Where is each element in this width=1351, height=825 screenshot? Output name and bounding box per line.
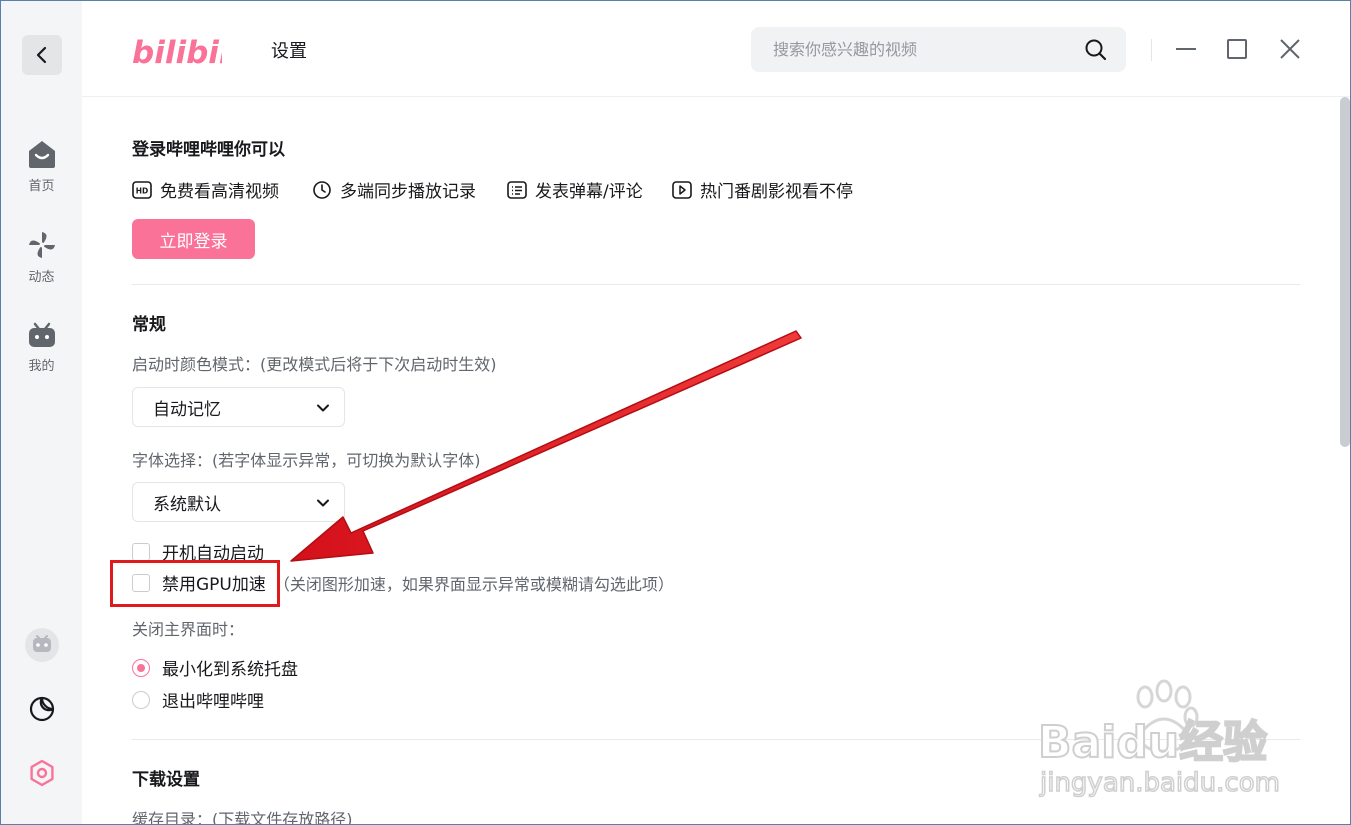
watermark-brand: Baidu经验	[1038, 717, 1267, 768]
app-window: 首页 动态 我的 bilibi 设置 搜索你感兴趣的视频 登录哔哩哔哩你可以 H…	[0, 0, 1351, 825]
baidu-watermark: Baidu经验 jingyan.baidu.com	[1036, 679, 1286, 803]
watermark-url: jingyan.baidu.com	[1039, 768, 1280, 798]
